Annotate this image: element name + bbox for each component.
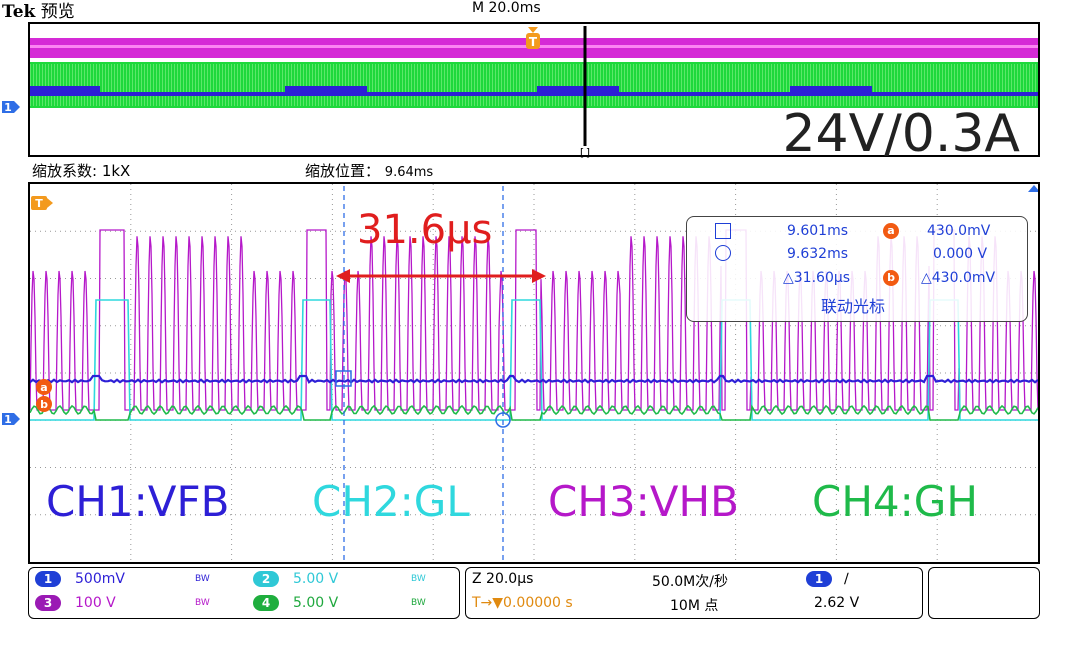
ch1-setting[interactable]: 1 500mV: [35, 571, 125, 587]
ch2-label: CH2:GL: [312, 477, 470, 526]
ch4-bw-icon: BW: [411, 598, 426, 608]
b-badge-icon: b: [883, 270, 899, 286]
cursor-readout-box[interactable]: 9.601ms 9.632ms △31.60µs a b 430.0mV 0.0…: [686, 216, 1028, 322]
trigger-level: 2.62 V: [814, 595, 860, 611]
empty-panel[interactable]: [928, 567, 1040, 619]
ch3-badge-icon: 3: [35, 595, 61, 611]
cursor-b-circle-icon: [715, 245, 731, 261]
cursor-t2: 9.632ms: [787, 246, 849, 262]
zoom-position-value: 9.64ms: [384, 165, 434, 180]
ch2-setting[interactable]: 2 5.00 V: [253, 571, 338, 587]
zoom-position-caption: 缩放位置：: [305, 162, 381, 180]
cursor-b-badge: b: [883, 270, 899, 286]
cursor-a-square-icon: [715, 223, 731, 239]
record-length: 10M 点: [670, 598, 719, 614]
zoom-position-label: 缩放位置： 9.64ms: [305, 160, 433, 181]
ch4-setting[interactable]: 4 5.00 V: [253, 595, 338, 611]
ch4-badge-icon: 4: [253, 595, 279, 611]
svg-text:1: 1: [4, 101, 12, 114]
ch1-label: CH1:VFB: [46, 477, 230, 526]
linked-cursors-label[interactable]: 联动光标: [821, 293, 885, 317]
ch1-bw-icon: BW: [195, 574, 210, 584]
ch3-scale: 100 V: [75, 595, 116, 611]
channel-settings-panel[interactable]: 1 500mV BW 3 100 V BW 2 5.00 V BW 4 5.00 V B…: [28, 567, 460, 619]
measurement-value: 31.6µs: [357, 207, 493, 253]
ch2-scale: 5.00 V: [293, 571, 339, 587]
zoom-factor-label: 缩放系数: 1kX: [32, 162, 131, 180]
trigger-ch-badge-icon: 1: [806, 571, 832, 587]
timebase-panel[interactable]: Z 20.0µs T→▼0.00000 s 50.0M次/秒 10M 点 1 ∕ …: [465, 567, 923, 619]
cursor-dv: △430.0mV: [921, 270, 996, 286]
ch4-label: CH4:GH: [812, 477, 978, 526]
ch3-setting[interactable]: 3 100 V: [35, 595, 116, 611]
main-ch1-ref-marker[interactable]: 1: [2, 413, 20, 426]
ch2-bw-icon: BW: [411, 574, 426, 584]
overview-ch1-ref-marker[interactable]: 1: [2, 101, 20, 114]
ch4-scale: 5.00 V: [293, 595, 339, 611]
ch2-badge-icon: 2: [253, 571, 279, 587]
sample-rate: 50.0M次/秒: [652, 574, 728, 590]
ch1-scale: 500mV: [75, 571, 125, 587]
cursor-vb: 0.000 V: [933, 246, 988, 262]
zoom-timebase: Z 20.0µs: [472, 571, 534, 587]
svg-text:1: 1: [4, 413, 12, 426]
ch3-bw-icon: BW: [195, 598, 210, 608]
cursor-dt: △31.60µs: [783, 270, 851, 286]
cursor-va: 430.0mV: [927, 223, 991, 239]
ch3-label: CH3:VHB: [548, 477, 739, 526]
trigger-delay: T→▼0.00000 s: [472, 595, 573, 611]
ch1-badge-icon: 1: [35, 571, 61, 587]
cursor-a-badge: a: [883, 223, 899, 239]
trigger-source[interactable]: 1 ∕: [806, 571, 849, 587]
overview-window[interactable]: 24V/0.3A: [28, 22, 1040, 164]
cursor-t1: 9.601ms: [787, 223, 849, 239]
condition-label: 24V/0.3A: [782, 104, 1020, 164]
rising-edge-icon: ∕: [844, 571, 849, 587]
a-badge-icon: a: [883, 223, 899, 239]
